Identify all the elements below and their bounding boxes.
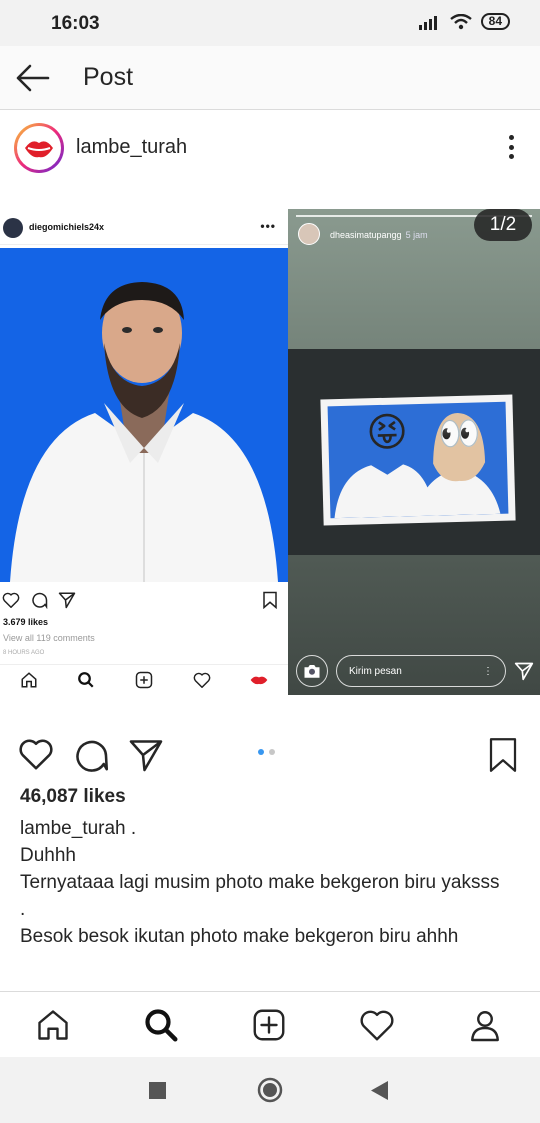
add-icon bbox=[253, 1009, 285, 1041]
embedded-photo-man-blue-background bbox=[0, 248, 288, 582]
story-username: dheasimatupangg 5 jam bbox=[330, 230, 428, 240]
signal-icon bbox=[418, 15, 437, 30]
home-icon bbox=[21, 672, 37, 688]
avatar[interactable] bbox=[14, 123, 64, 173]
home-system-button[interactable] bbox=[257, 1077, 283, 1108]
post-media[interactable]: diegomichiels24x ••• 3.679 likes View al… bbox=[0, 197, 540, 697]
circle-icon bbox=[257, 1077, 283, 1103]
emoji-face-left: 😝 bbox=[365, 410, 409, 456]
printed-photo: 😝 👀 bbox=[320, 394, 516, 526]
story-message-input: Kirim pesan ⋮ bbox=[336, 655, 506, 687]
nav-profile[interactable] bbox=[465, 1006, 505, 1044]
send-icon bbox=[129, 740, 163, 772]
comment-icon bbox=[32, 592, 48, 609]
caption-line: Ternyataaa lagi musim photo make bekgero… bbox=[20, 872, 500, 893]
caption-line: Besok besok ikutan photo make bekgeron b… bbox=[20, 926, 459, 947]
vertical-dots-icon bbox=[508, 135, 514, 140]
embedded-nav bbox=[0, 664, 288, 695]
carousel-dot-active bbox=[258, 749, 264, 755]
add-icon bbox=[135, 671, 153, 689]
battery-icon: 84 bbox=[480, 13, 510, 30]
story-reply-bar: Kirim pesan ⋮ bbox=[296, 653, 540, 689]
post-header: lambe_turah bbox=[0, 111, 540, 183]
nav-search[interactable] bbox=[141, 1006, 181, 1044]
nav-activity[interactable] bbox=[357, 1006, 397, 1044]
send-icon bbox=[514, 662, 534, 681]
embedded-more-icon: ••• bbox=[260, 219, 276, 233]
post-caption: lambe_turah . Duhhh Ternyataaa lagi musi… bbox=[20, 815, 520, 950]
status-time: 16:03 bbox=[51, 13, 100, 34]
save-button[interactable] bbox=[486, 737, 522, 773]
embedded-comments: View all 119 comments bbox=[3, 633, 95, 643]
system-navigation bbox=[0, 1057, 540, 1123]
caption-line: . bbox=[125, 818, 137, 839]
embedded-time: 8 HOURS AGO bbox=[3, 650, 45, 656]
embedded-avatar bbox=[3, 218, 23, 238]
carousel-dot bbox=[269, 749, 275, 755]
caption-line: Duhhh bbox=[20, 845, 76, 866]
profile-icon bbox=[471, 1011, 499, 1042]
more-options-button[interactable] bbox=[504, 133, 518, 161]
caption-line: . bbox=[20, 899, 26, 920]
like-button[interactable] bbox=[18, 737, 54, 773]
emoji-eyes-right: 👀 bbox=[437, 414, 482, 454]
camera-icon bbox=[304, 665, 320, 678]
story-avatar bbox=[298, 223, 320, 245]
caption-username[interactable]: lambe_turah bbox=[20, 818, 126, 839]
comment-icon bbox=[76, 740, 109, 772]
carousel-page-indicator: 1/2 bbox=[474, 209, 532, 241]
share-button[interactable] bbox=[128, 737, 164, 773]
nav-add-post[interactable] bbox=[249, 1006, 289, 1044]
embedded-actions bbox=[0, 589, 288, 613]
wifi-icon bbox=[449, 13, 472, 29]
lips-logo bbox=[21, 130, 57, 166]
embedded-instagram-post: diegomichiels24x ••• 3.679 likes View al… bbox=[0, 209, 288, 695]
bookmark-icon bbox=[263, 591, 277, 609]
embedded-username: diegomichiels24x bbox=[29, 222, 105, 232]
heart-icon bbox=[2, 592, 20, 608]
page-title: Post bbox=[83, 63, 134, 91]
story-time: 5 jam bbox=[405, 230, 428, 240]
likes-count[interactable]: 46,087 likes bbox=[20, 786, 126, 808]
carousel-dots bbox=[258, 749, 275, 755]
back-system-button[interactable] bbox=[371, 1081, 388, 1105]
search-icon bbox=[145, 1009, 178, 1042]
lips-logo bbox=[250, 676, 268, 685]
bookmark-icon bbox=[489, 738, 517, 772]
app-header: Post bbox=[0, 46, 540, 110]
home-icon bbox=[38, 1010, 68, 1040]
search-icon bbox=[78, 672, 94, 688]
status-bar: 16:03 84 bbox=[0, 0, 540, 46]
comment-button[interactable] bbox=[73, 737, 109, 773]
status-icons: 84 bbox=[418, 13, 510, 30]
story-camera-button bbox=[296, 655, 328, 687]
nav-home[interactable] bbox=[33, 1006, 73, 1044]
heart-icon bbox=[360, 1010, 394, 1041]
embedded-instagram-story: dheasimatupangg 5 jam 😝 👀 Kirim pesan ⋮ bbox=[288, 209, 540, 695]
recents-button[interactable] bbox=[149, 1082, 166, 1104]
bottom-navigation bbox=[0, 991, 540, 1057]
heart-icon bbox=[193, 672, 210, 688]
vertical-dots-icon: ⋮ bbox=[483, 665, 493, 677]
post-actions bbox=[0, 733, 540, 777]
send-icon bbox=[58, 592, 76, 609]
back-button[interactable] bbox=[14, 62, 54, 94]
heart-icon bbox=[19, 739, 53, 770]
embedded-likes: 3.679 likes bbox=[3, 617, 49, 627]
story-photo: 😝 👀 bbox=[288, 349, 540, 555]
back-triangle-icon bbox=[371, 1081, 388, 1100]
arrow-left-icon bbox=[16, 64, 50, 92]
square-icon bbox=[149, 1082, 166, 1099]
post-username[interactable]: lambe_turah bbox=[76, 136, 187, 159]
